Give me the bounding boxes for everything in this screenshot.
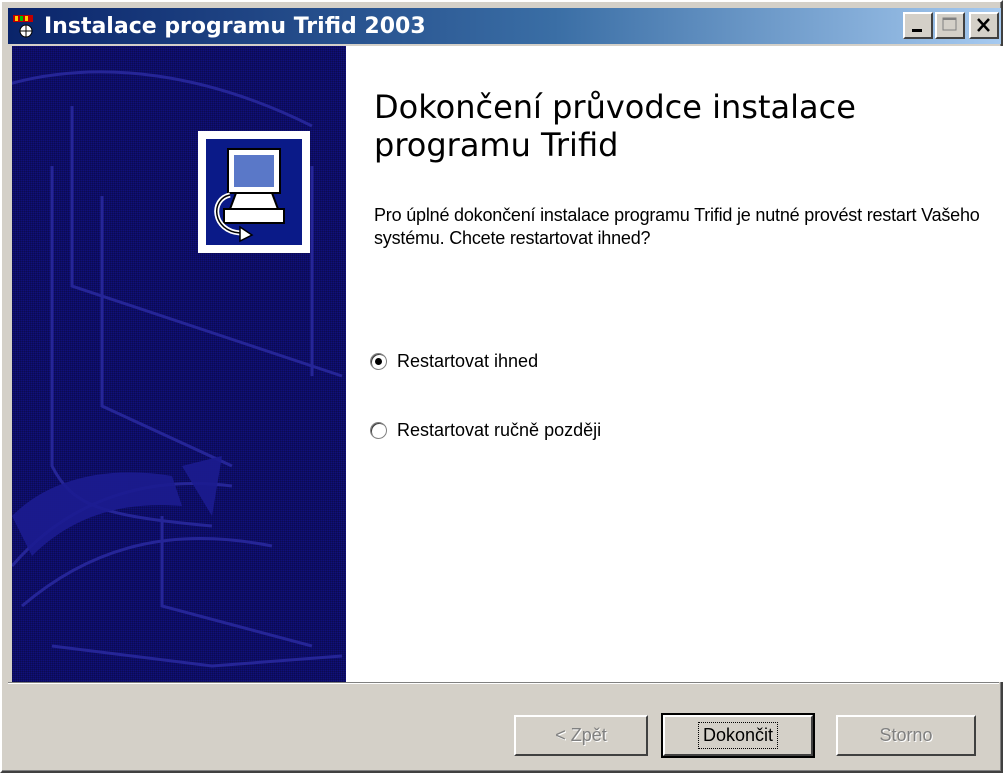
title-bar[interactable]: Instalace programu Trifid 2003	[8, 8, 1001, 44]
window-title: Instalace programu Trifid 2003	[44, 13, 426, 39]
cancel-button-label: Storno	[879, 725, 933, 745]
restart-later-label[interactable]: Restartovat ručně později	[397, 420, 601, 441]
restart-description: Pro úplné dokončení instalace programu T…	[374, 205, 980, 248]
close-icon	[977, 18, 990, 32]
finish-button-label: Dokončit	[697, 722, 779, 749]
page-title: Dokončení průvodce instalace programu Tr…	[374, 88, 856, 164]
restart-later-option[interactable]: Restartovat ručně později	[370, 420, 601, 441]
minimize-icon	[912, 29, 922, 32]
close-button[interactable]	[969, 12, 999, 39]
maximize-icon	[942, 17, 957, 31]
computer-setup-icon	[198, 131, 310, 253]
back-button[interactable]: < Zpět	[514, 715, 648, 756]
radio-selected-dot	[375, 358, 382, 365]
button-divider	[8, 682, 999, 684]
restart-now-radio[interactable]	[370, 353, 387, 370]
wizard-content: Dokončení průvodce instalace programu Tr…	[346, 46, 1003, 682]
back-button-label: < Zpět	[555, 725, 607, 745]
window-controls	[903, 12, 999, 39]
restart-now-option[interactable]: Restartovat ihned	[370, 351, 538, 372]
maximize-button[interactable]	[935, 12, 965, 39]
restart-later-radio[interactable]	[370, 422, 387, 439]
restart-now-label[interactable]: Restartovat ihned	[397, 351, 538, 372]
minimize-button[interactable]	[903, 12, 933, 39]
installer-app-icon[interactable]	[12, 13, 38, 39]
finish-button[interactable]: Dokončit	[661, 713, 815, 758]
wizard-banner	[12, 46, 346, 682]
installer-window: Instalace programu Trifid 2003 Dokončení…	[0, 0, 1003, 773]
cancel-button[interactable]: Storno	[836, 715, 976, 756]
